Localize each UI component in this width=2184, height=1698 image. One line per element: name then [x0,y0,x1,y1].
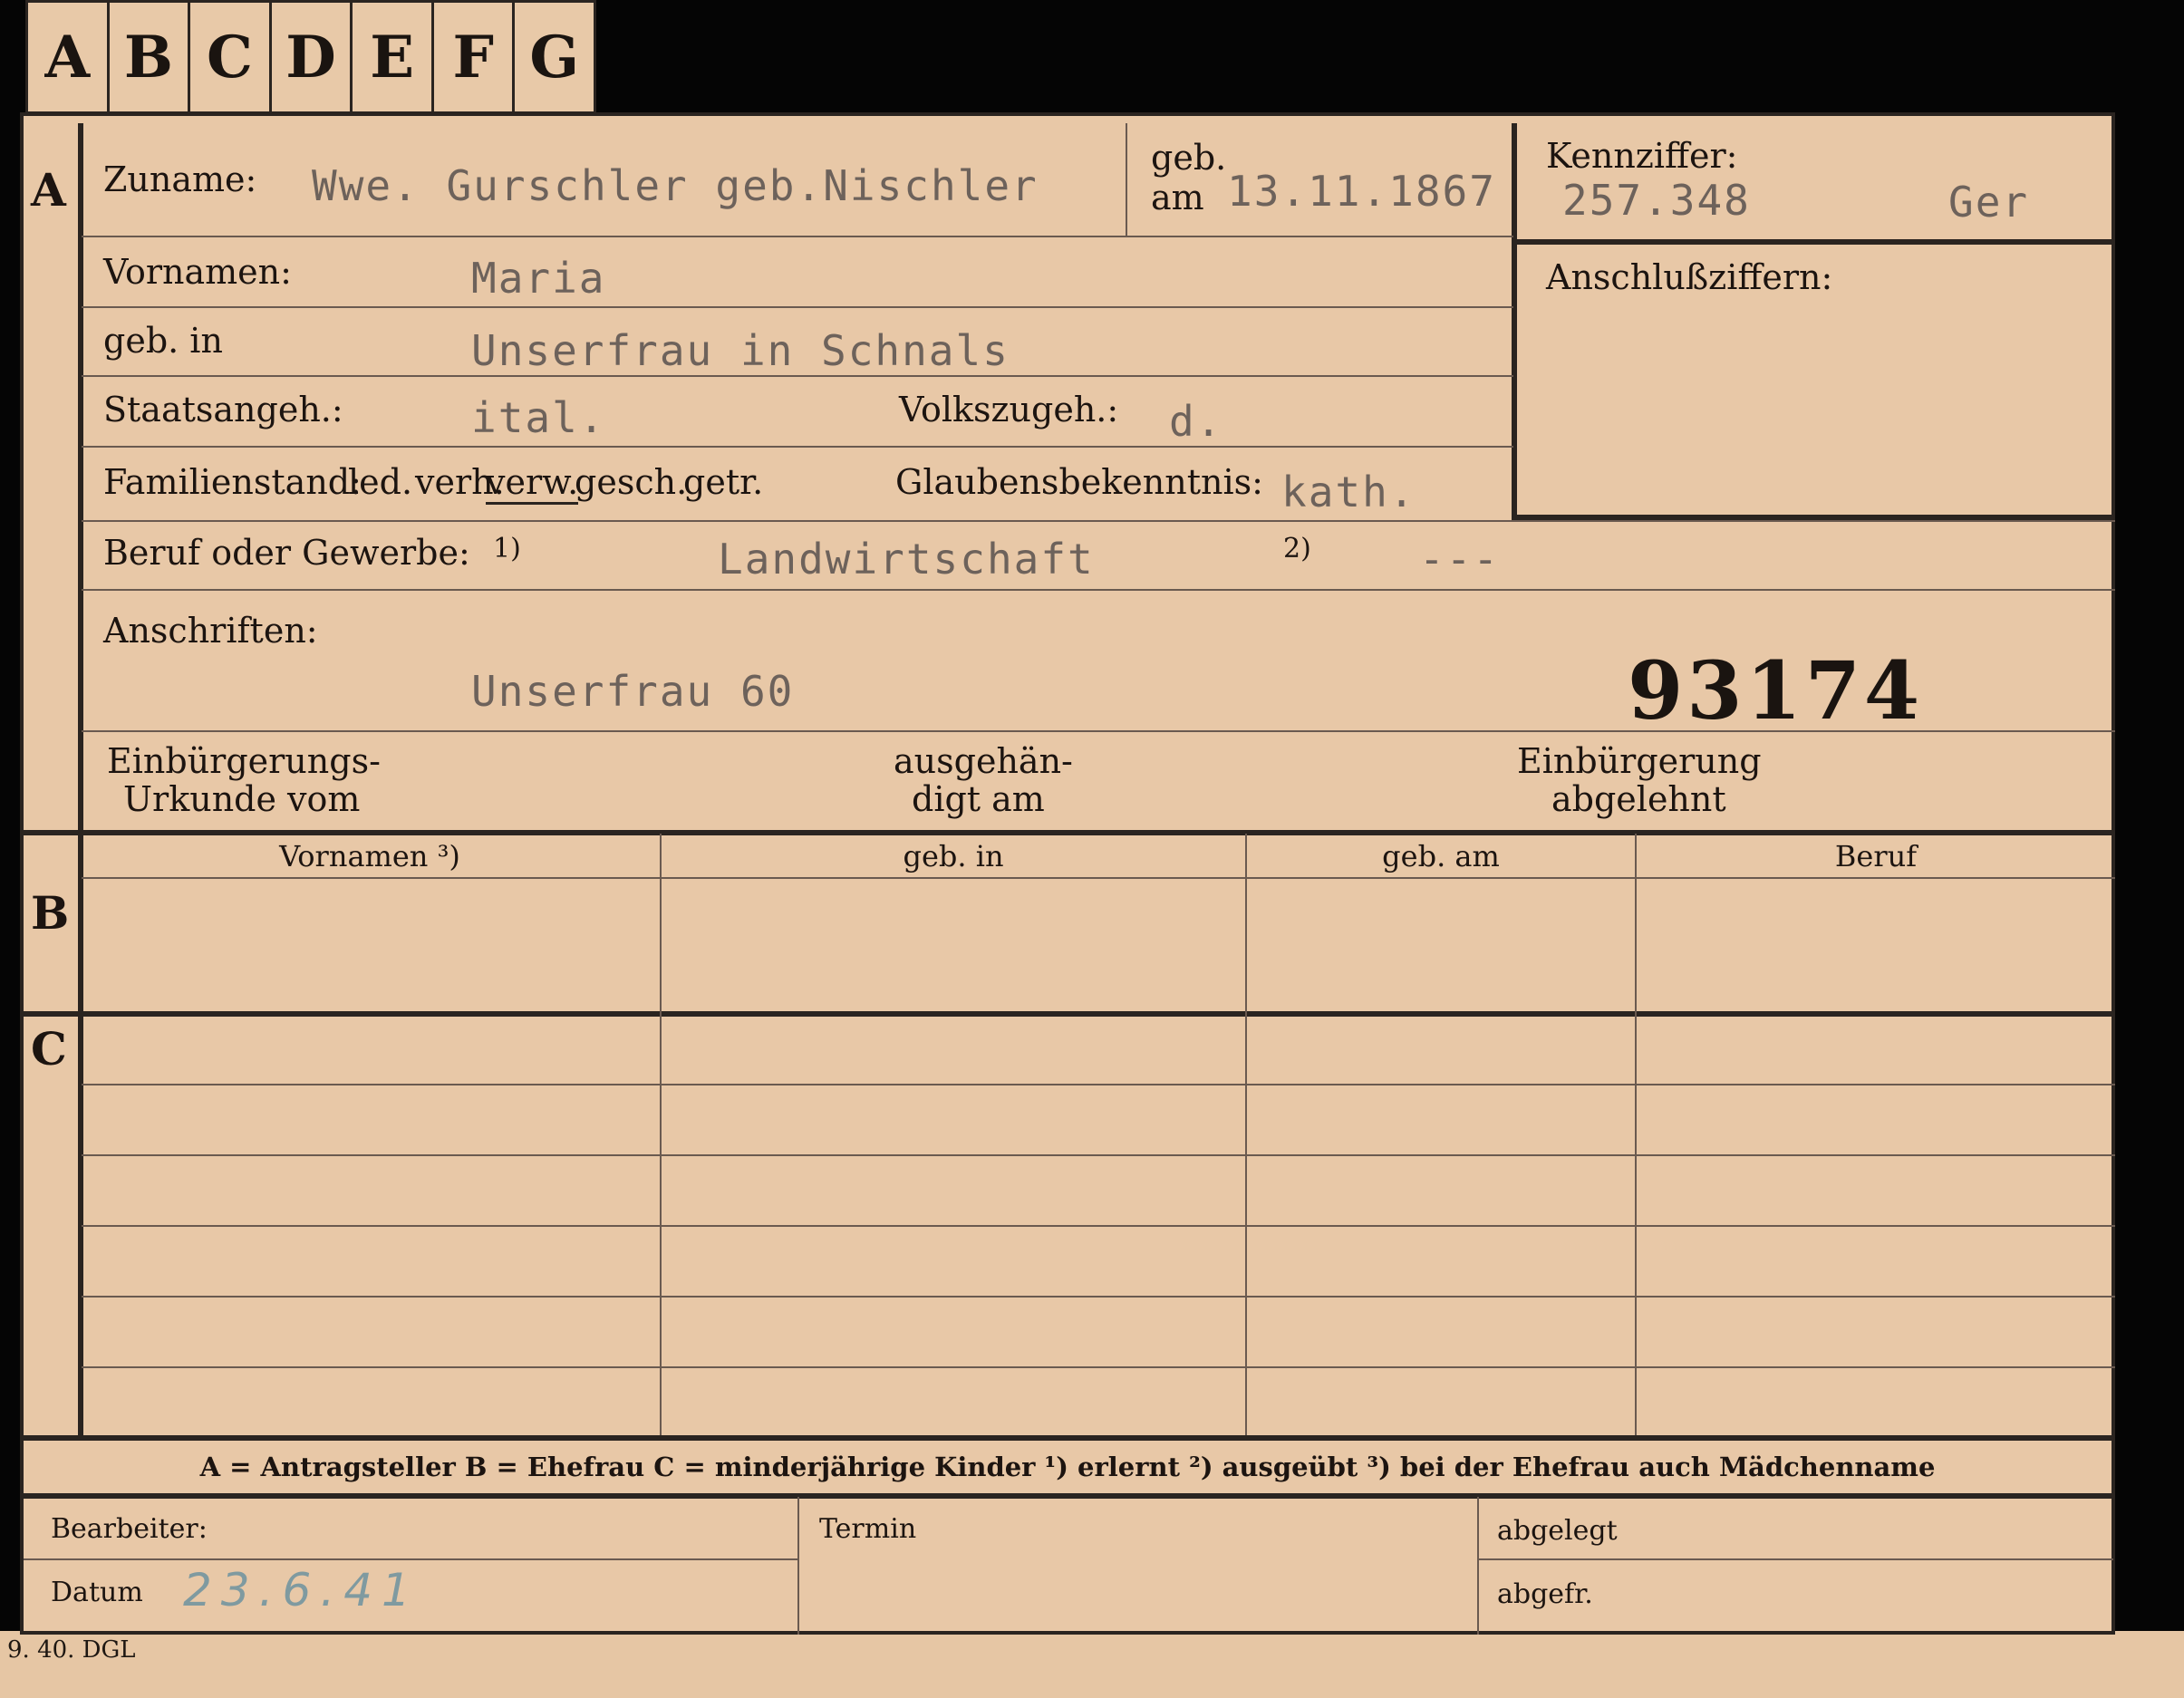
occupation-footnote-1: 1) [493,533,521,564]
legend-top [24,1435,2112,1441]
index-tabs: A B C D E F G [25,0,596,114]
naturalization-certificate-label: Einbürgerungs- [107,741,381,781]
occupation-label: Beruf oder Gewerbe: [103,533,470,573]
row-line [82,375,1513,377]
admin-row-line [24,1558,797,1560]
ethnicity-label: Volkszugeh.: [899,390,1119,429]
occupation-footnote-2: 2) [1283,533,1311,564]
table-col-divider [660,834,662,1437]
legend-bottom [24,1493,2112,1499]
tab-d: D [272,3,353,111]
surname-label: Zuname: [103,159,257,199]
table-col-divider [1245,834,1247,1437]
marital-status-label: Familienstand: [103,462,362,502]
kennziffer-label: Kennziffer: [1546,136,1738,176]
religion-label: Glaubensbekenntnis: [895,462,1263,502]
born-label: geb. [1151,138,1227,178]
deadline-label: Termin [819,1513,917,1545]
surname-born-divider [1126,123,1127,236]
clerk-label: Bearbeiter: [51,1513,208,1545]
birthplace-value: Unserfrau in Schnals [471,326,1010,375]
occupation-value: Landwirtschaft [718,535,1095,584]
addresses-label: Anschriften: [103,611,318,651]
tab-a: A [28,3,110,111]
handed-over-label-2: digt am [912,779,1045,819]
section-column-divider [78,123,83,1439]
table-col-divider [1635,834,1637,1437]
tab-c: C [190,3,272,111]
admin-divider [797,1497,799,1635]
date-label: Datum [51,1577,143,1608]
print-note: 9. 40. DGL [7,1636,136,1664]
row-line [82,236,1513,237]
col-header-birthplace: geb. in [903,839,1004,873]
naturalization-certificate-label-2: Urkunde vom [123,779,361,819]
born-date-value: 13.11.1867 [1227,167,1496,216]
tab-e: E [353,3,434,111]
inquired-label: abgefr. [1497,1578,1593,1610]
row-line [82,306,1513,308]
handed-over-label: ausgehän- [894,741,1073,781]
admin-row-line [1479,1558,2113,1560]
religion-value: kath. [1281,468,1416,516]
first-names-value: Maria [471,254,606,303]
surname-value: Wwe. Gurschler geb.Nischler [312,161,1039,210]
section-letter-c: C [31,1022,67,1076]
section-b-top [24,830,2112,835]
section-letter-b: B [31,886,70,940]
table-row-line [82,1296,2115,1298]
section-letter-a: A [31,163,66,217]
row-line [82,446,1513,448]
card-bottom-strip [0,1631,2184,1698]
first-names-label: Vornamen: [103,252,292,292]
born-on-label: am [1151,178,1204,217]
admin-divider [1477,1497,1479,1635]
table-header-line [82,877,2115,879]
address-value: Unserfrau 60 [471,667,795,716]
kennziffer-value: 257.348 [1562,176,1751,225]
marital-option-single: led. [348,462,413,502]
record-number-stamp: 93174 [1628,643,1924,738]
tab-b: B [110,3,191,111]
citizenship-value: ital. [471,393,606,442]
date-handwritten-value: 23.6.41 [183,1564,420,1616]
tab-f: F [434,3,516,111]
table-row-line [82,1225,2115,1227]
filed-label: abgelegt [1497,1515,1618,1547]
marital-option-separated: getr. [683,462,764,502]
kennziffer-box-left [1512,123,1517,522]
col-header-occupation: Beruf [1834,839,1918,873]
row-line [82,589,2115,591]
row-line [82,520,2115,522]
anschluss-label: Anschlußziffern: [1546,257,1833,297]
birthplace-label: geb. in [103,321,223,361]
naturalization-rejected-label-2: abgelehnt [1551,779,1726,819]
registration-card: A B C Zuname: Wwe. Gurschler geb.Nischle… [20,112,2115,1635]
kennziffer-box-divider [1512,239,2115,245]
occupation-value-2: --- [1419,535,1501,584]
citizenship-label: Staatsangeh.: [103,390,343,429]
table-row-line [82,1154,2115,1156]
table-row-line [82,1084,2115,1085]
legend: A = Antragsteller B = Ehefrau C = minder… [199,1452,1936,1482]
kennziffer-suffix: Ger [1948,178,2030,227]
marital-option-divorced: gesch. [575,462,688,502]
col-header-birthdate: geb. am [1382,839,1500,873]
table-row-line [82,1366,2115,1368]
section-c-top [24,1011,2112,1017]
ethnicity-value: d. [1169,397,1223,446]
marital-option-widowed-selected: verw. [486,462,579,505]
naturalization-rejected-label: Einbürgerung [1517,741,1762,781]
tab-g: G [529,23,580,92]
col-header-first-names: Vornamen ³) [279,839,460,873]
